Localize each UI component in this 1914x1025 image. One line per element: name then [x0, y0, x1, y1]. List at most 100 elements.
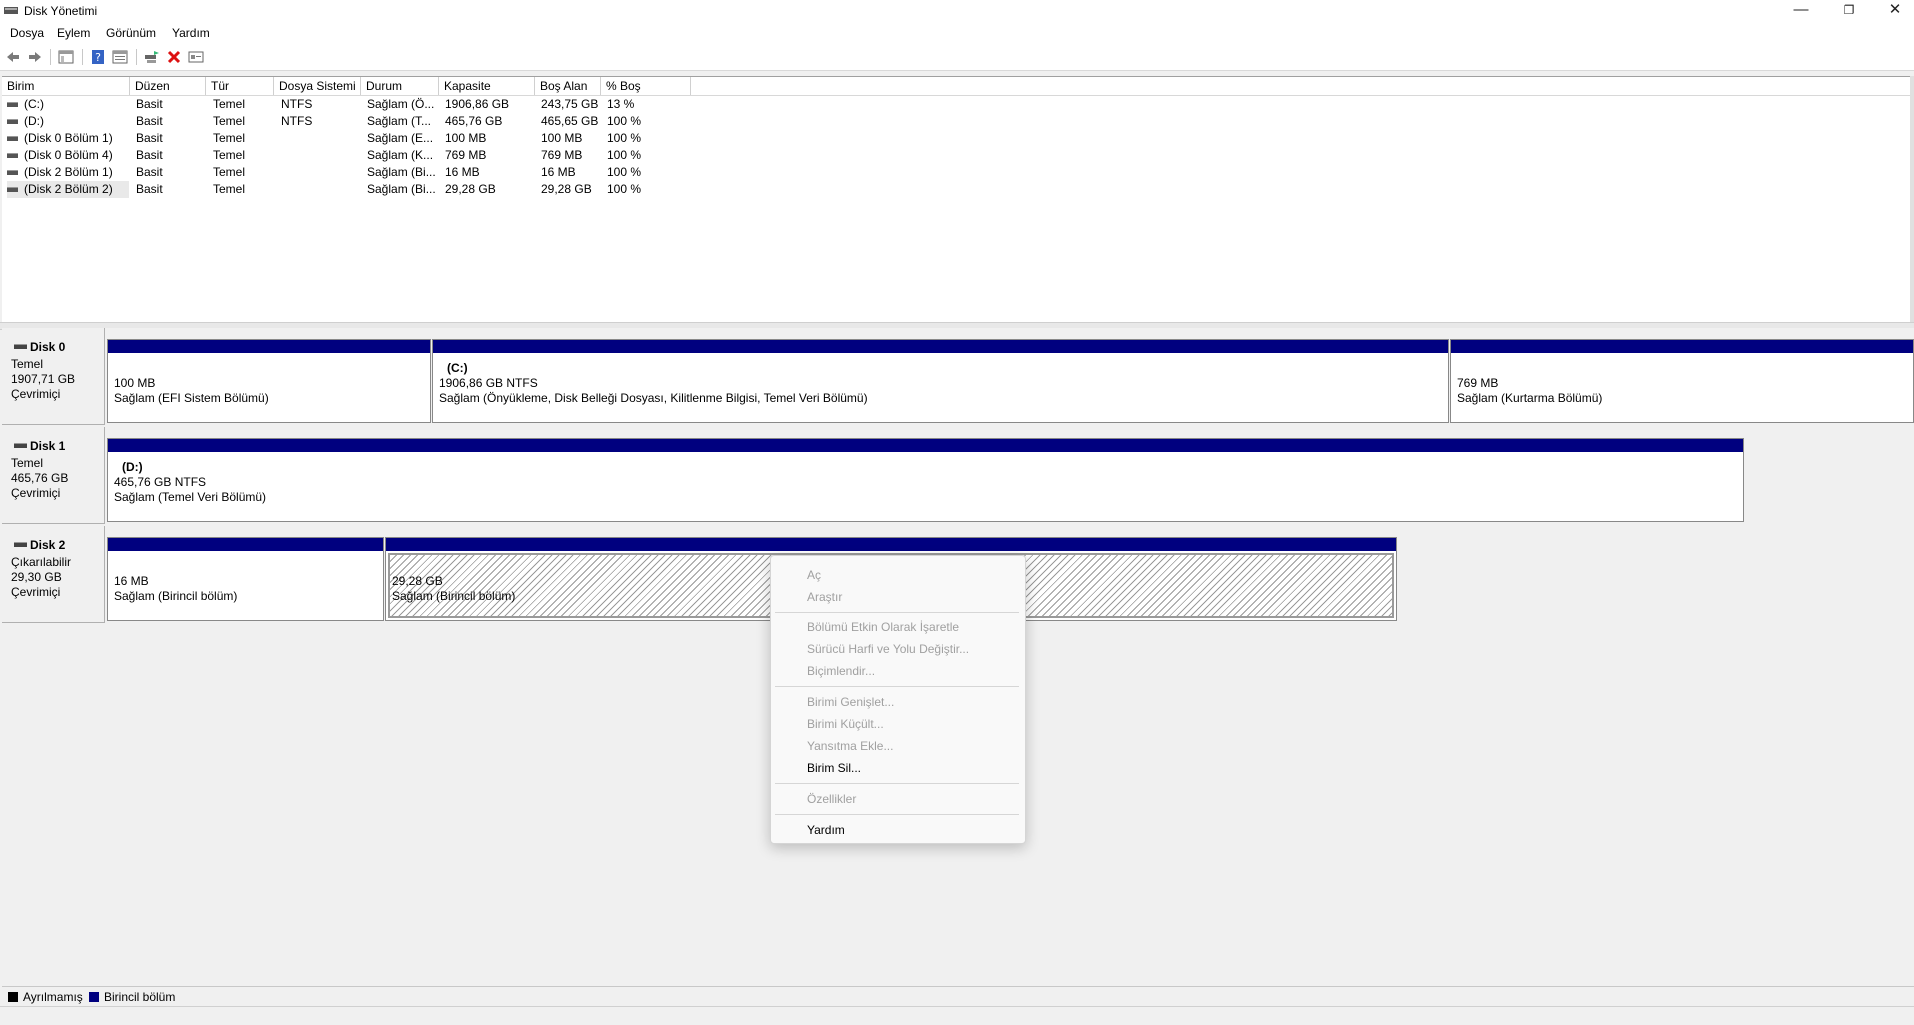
volume-list-scrollbar[interactable] — [1910, 76, 1914, 322]
toolbar-separator — [136, 49, 137, 65]
free-space-cell: 243,75 GB — [541, 97, 599, 111]
title-bar: Disk Yönetimi — ❐ ✕ — [0, 0, 1914, 22]
status-cell: Sağlam (Bi... — [367, 165, 436, 179]
help-icon[interactable]: ? — [90, 49, 106, 65]
properties-icon[interactable] — [112, 49, 128, 65]
partition-size: 100 MB — [114, 376, 156, 390]
menu-item-properties[interactable]: Özellikler — [807, 792, 856, 806]
status-cell: Sağlam (Bi... — [367, 182, 436, 196]
table-row[interactable]: (C:) Basit Temel NTFS Sağlam (Ö... 1906,… — [2, 96, 702, 113]
column-header-dosya-sistemi[interactable]: Dosya Sistemi — [274, 77, 361, 95]
partition-label: (D:) — [122, 460, 143, 474]
menu-item-add-mirror[interactable]: Yansıtma Ekle... — [807, 739, 893, 753]
filesystem-cell: NTFS — [281, 114, 313, 128]
menu-separator — [775, 686, 1019, 687]
table-row[interactable]: (D:) Basit Temel NTFS Sağlam (T... 465,7… — [2, 113, 702, 130]
settings-icon[interactable] — [188, 49, 204, 65]
percent-free-cell: 100 % — [607, 114, 642, 128]
partition-status: Sağlam (Birincil bölüm) — [392, 589, 516, 603]
percent-free-cell: 100 % — [607, 165, 642, 179]
partition-disk0-recovery[interactable]: 769 MB Sağlam (Kurtarma Bölümü) — [1450, 339, 1914, 423]
menu-dosya[interactable]: Dosya — [10, 26, 44, 40]
layout-cell: Basit — [136, 114, 163, 128]
menu-eylem[interactable]: Eylem — [57, 26, 90, 40]
partition-size: 1906,86 GB NTFS — [439, 376, 538, 390]
delete-icon[interactable] — [166, 49, 182, 65]
partition-size: 16 MB — [114, 574, 149, 588]
menu-item-extend-volume[interactable]: Birimi Genişlet... — [807, 695, 894, 709]
layout-cell: Basit — [136, 131, 163, 145]
close-button[interactable]: ✕ — [1872, 0, 1914, 22]
menu-item-change-drive-letter[interactable]: Sürücü Harfi ve Yolu Değiştir... — [807, 642, 969, 656]
type-cell: Temel — [213, 97, 246, 111]
menu-item-format[interactable]: Biçimlendir... — [807, 664, 875, 678]
window-title: Disk Yönetimi — [24, 4, 98, 18]
column-header-duzen[interactable]: Düzen — [130, 77, 206, 95]
volume-icon — [7, 119, 18, 125]
maximize-button[interactable]: ❐ — [1826, 0, 1872, 22]
partition-size: 769 MB — [1457, 376, 1499, 390]
layout-cell: Basit — [136, 148, 163, 162]
menu-item-shrink-volume[interactable]: Birimi Küçült... — [807, 717, 884, 731]
table-row[interactable]: (Disk 0 Bölüm 1) Basit Temel Sağlam (E..… — [2, 130, 702, 147]
menu-gorunum[interactable]: Görünüm — [106, 26, 156, 40]
table-row[interactable]: (Disk 2 Bölüm 1) Basit Temel Sağlam (Bi.… — [2, 164, 702, 181]
disk-0-label[interactable]: Disk 0 Temel 1907,71 GB Çevrimiçi — [2, 328, 105, 425]
partition-label: (C:) — [447, 361, 468, 375]
disk-1-label[interactable]: Disk 1 Temel 465,76 GB Çevrimiçi — [2, 427, 105, 524]
disk-name: Disk 1 — [30, 439, 66, 453]
layout-cell: Basit — [136, 165, 163, 179]
volume-list-header: Birim Düzen Tür Dosya Sistemi Durum Kapa… — [2, 77, 1914, 96]
partition-bar — [108, 538, 383, 551]
volume-icon — [7, 170, 18, 176]
menu-item-help[interactable]: Yardım — [807, 823, 845, 837]
type-cell: Temel — [213, 131, 246, 145]
partition-disk1-d[interactable]: (D:) 465,76 GB NTFS Sağlam (Temel Veri B… — [107, 438, 1744, 522]
free-space-cell: 100 MB — [541, 131, 583, 145]
type-cell: Temel — [213, 114, 246, 128]
legend-primary-swatch — [89, 992, 99, 1002]
menu-yardim[interactable]: Yardım — [172, 26, 210, 40]
column-header-birim[interactable]: Birim — [2, 77, 130, 95]
column-header-tur[interactable]: Tür — [206, 77, 274, 95]
menu-separator — [775, 612, 1019, 613]
volume-name-cell: (Disk 0 Bölüm 4) — [7, 147, 129, 164]
console-tree-icon[interactable] — [58, 49, 74, 65]
disk-name: Disk 2 — [30, 538, 66, 552]
rescan-icon[interactable] — [144, 49, 160, 65]
capacity-cell: 769 MB — [445, 148, 487, 162]
type-cell: Temel — [213, 165, 246, 179]
menu-item-arastir[interactable]: Araştır — [807, 590, 842, 604]
partition-status: Sağlam (Önyükleme, Disk Belleği Dosyası,… — [439, 391, 868, 405]
partition-bar — [433, 340, 1448, 353]
disk-2-label[interactable]: Disk 2 Çıkarılabilir 29,30 GB Çevrimiçi — [2, 526, 105, 623]
table-row[interactable]: (Disk 0 Bölüm 4) Basit Temel Sağlam (K..… — [2, 147, 702, 164]
minimize-button[interactable]: — — [1778, 0, 1824, 22]
column-header-yuzde-bos[interactable]: % Boş — [601, 77, 691, 95]
volume-icon — [7, 153, 18, 159]
capacity-cell: 465,76 GB — [445, 114, 503, 128]
back-icon[interactable] — [5, 49, 21, 65]
partition-disk2-1[interactable]: 16 MB Sağlam (Birincil bölüm) — [107, 537, 384, 621]
partition-disk0-efi[interactable]: 100 MB Sağlam (EFI Sistem Bölümü) — [107, 339, 431, 423]
column-header-durum[interactable]: Durum — [361, 77, 439, 95]
column-header-bos-alan[interactable]: Boş Alan — [535, 77, 601, 95]
free-space-cell: 769 MB — [541, 148, 583, 162]
forward-icon[interactable] — [27, 49, 43, 65]
toolbar: ? — [0, 44, 1914, 71]
column-header-kapasite[interactable]: Kapasite — [439, 77, 535, 95]
type-cell: Temel — [213, 182, 246, 196]
capacity-cell: 1906,86 GB — [445, 97, 510, 111]
disk-name: Disk 0 — [30, 340, 66, 354]
layout-cell: Basit — [136, 97, 163, 111]
menu-item-delete-volume[interactable]: Birim Sil... — [807, 761, 861, 775]
context-menu: Aç Araştır Bölümü Etkin Olarak İşaretle … — [770, 555, 1026, 844]
menu-item-ac[interactable]: Aç — [807, 568, 821, 582]
table-row[interactable]: (Disk 2 Bölüm 2) Basit Temel Sağlam (Bi.… — [2, 181, 702, 198]
disk-type: Çıkarılabilir — [11, 555, 72, 569]
menu-separator — [775, 783, 1019, 784]
legend: Ayrılmamış Birincil bölüm — [2, 986, 1914, 1007]
partition-status: Sağlam (EFI Sistem Bölümü) — [114, 391, 269, 405]
menu-item-mark-active[interactable]: Bölümü Etkin Olarak İşaretle — [807, 620, 959, 634]
partition-disk0-c[interactable]: (C:) 1906,86 GB NTFS Sağlam (Önyükleme, … — [432, 339, 1449, 423]
